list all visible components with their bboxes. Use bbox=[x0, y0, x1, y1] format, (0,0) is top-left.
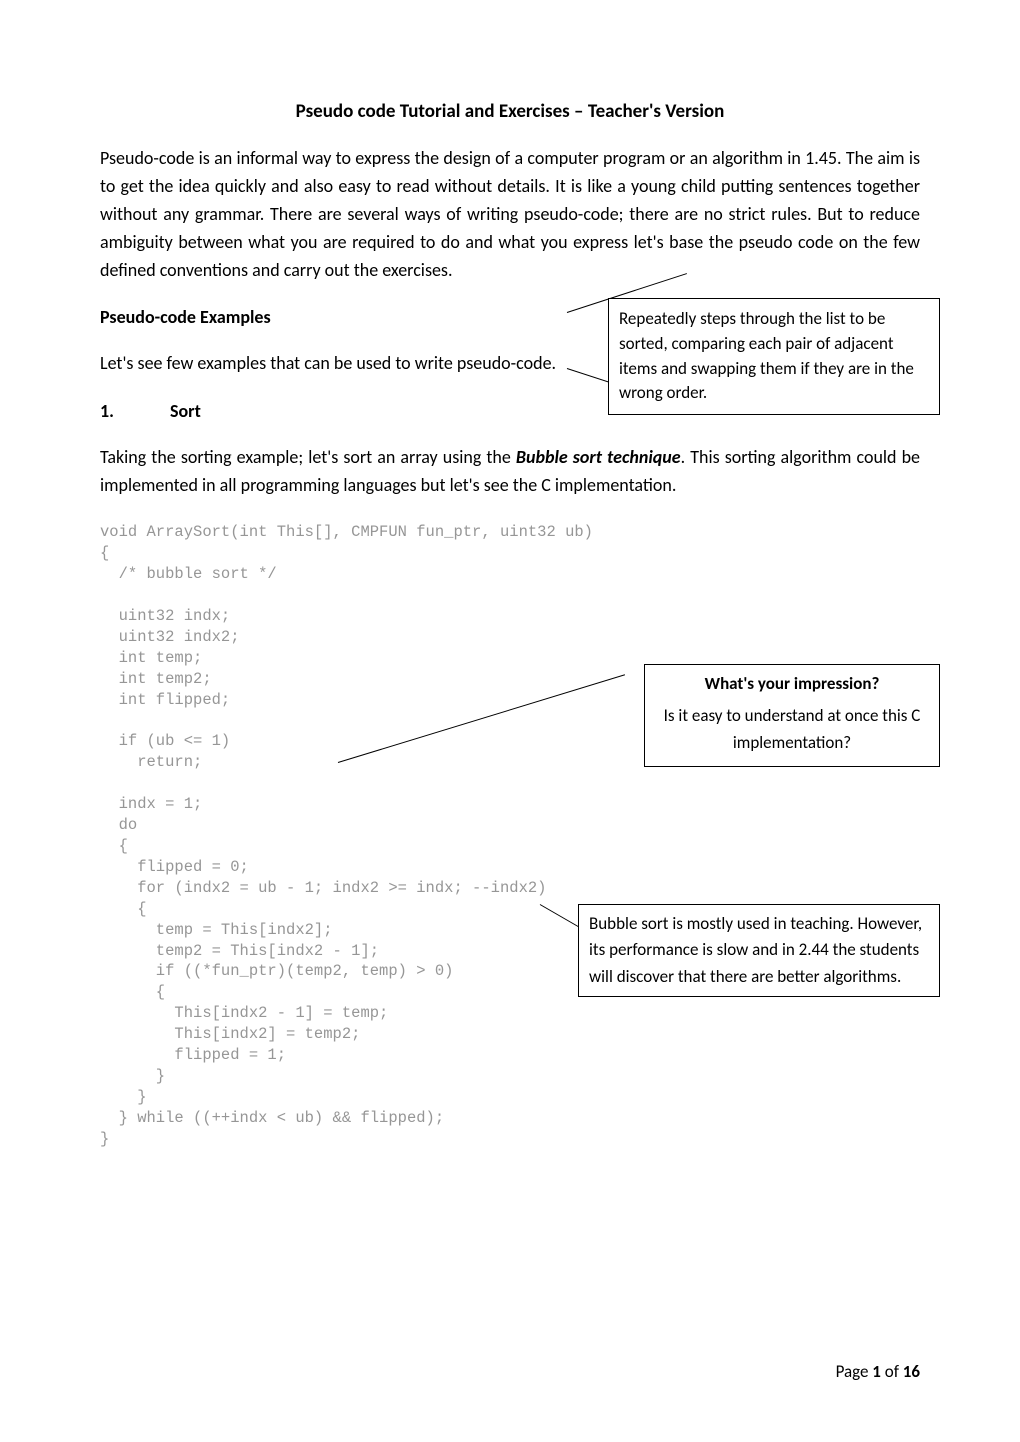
callout-bubble-note: Bubble sort is mostly used in teaching. … bbox=[578, 904, 940, 997]
code-block: void ArraySort(int This[], CMPFUN fun_pt… bbox=[100, 522, 920, 1150]
code-region: void ArraySort(int This[], CMPFUN fun_pt… bbox=[100, 522, 920, 1150]
section-label: Sort bbox=[170, 400, 201, 422]
examples-heading: Pseudo-code Examples bbox=[100, 306, 650, 328]
examples-row: Pseudo-code Examples Let's see few examp… bbox=[100, 306, 920, 422]
examples-left: Pseudo-code Examples Let's see few examp… bbox=[100, 306, 650, 422]
page-title: Pseudo code Tutorial and Exercises – Tea… bbox=[100, 100, 920, 123]
section-number: 1. bbox=[100, 400, 170, 422]
callout-impression: What's your impression? Is it easy to un… bbox=[644, 664, 940, 767]
footer-pre: Page bbox=[836, 1361, 873, 1382]
footer-page-number: 1 bbox=[872, 1361, 881, 1382]
section-heading: 1.Sort bbox=[100, 400, 650, 422]
callout-bubble-definition: Repeatedly steps through the list to be … bbox=[608, 298, 940, 415]
intro-paragraph: Pseudo-code is an informal way to expres… bbox=[100, 145, 920, 284]
footer-page-total: 16 bbox=[903, 1361, 920, 1382]
page-footer: Page 1 of 16 bbox=[836, 1361, 920, 1382]
footer-mid: of bbox=[881, 1361, 903, 1382]
impression-heading: What's your impression? bbox=[653, 671, 931, 697]
page: Pseudo code Tutorial and Exercises – Tea… bbox=[0, 0, 1020, 1442]
sort-para-term: Bubble sort technique bbox=[516, 446, 681, 468]
sort-para-pre: Taking the sorting example; let's sort a… bbox=[100, 446, 516, 468]
sort-paragraph: Taking the sorting example; let's sort a… bbox=[100, 444, 920, 500]
impression-body: Is it easy to understand at once this C … bbox=[664, 705, 921, 752]
examples-lead: Let's see few examples that can be used … bbox=[100, 350, 650, 378]
